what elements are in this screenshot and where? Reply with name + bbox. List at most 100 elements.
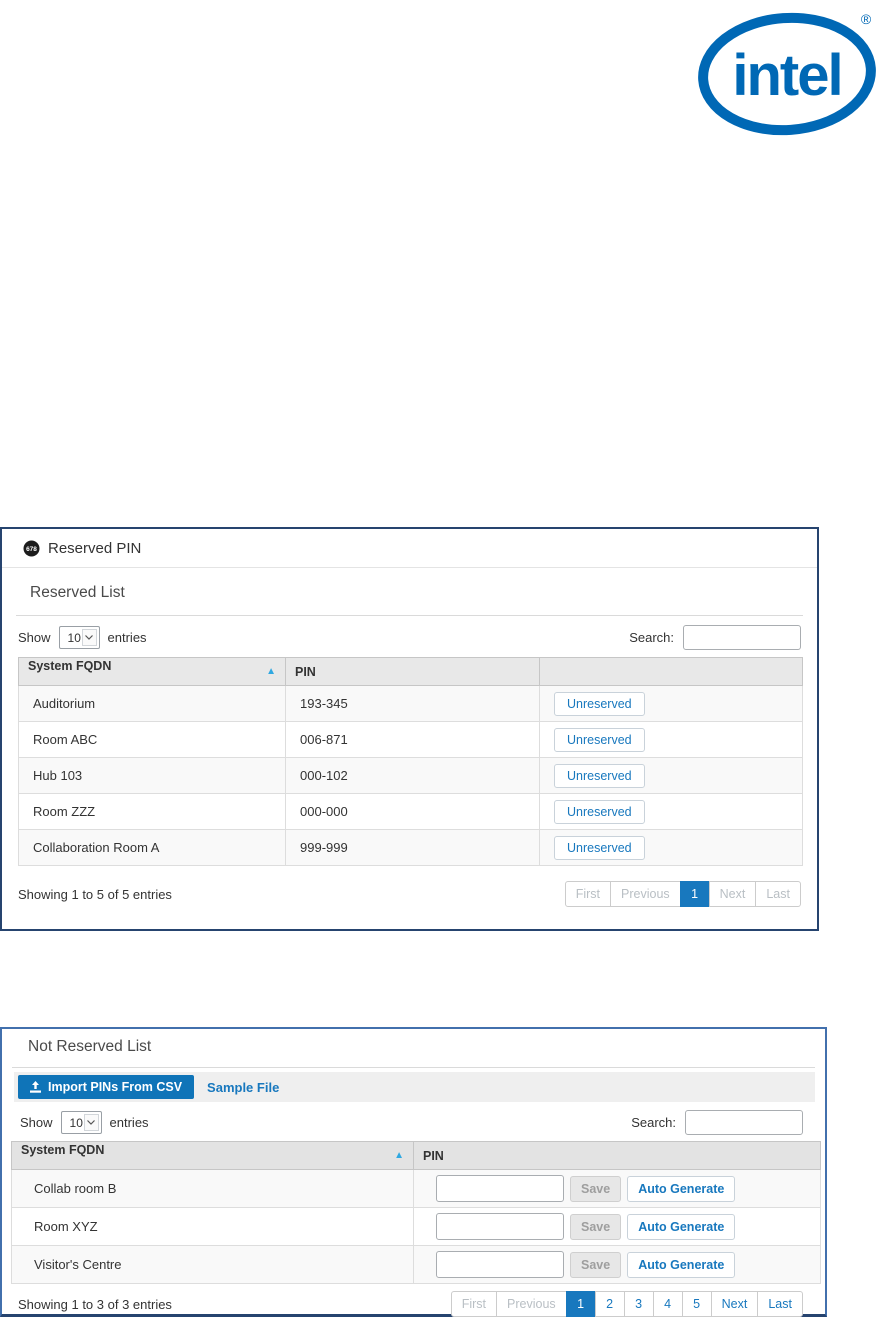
import-csv-button[interactable]: Import PINs From CSV bbox=[18, 1075, 194, 1099]
not-reserved-table: System FQDN ▲ PIN Collab room B Save Aut… bbox=[11, 1141, 821, 1284]
pagination-page-2[interactable]: 2 bbox=[595, 1291, 625, 1317]
search-input[interactable] bbox=[685, 1110, 803, 1135]
pagination-page-3[interactable]: 3 bbox=[624, 1291, 654, 1317]
save-button: Save bbox=[570, 1252, 621, 1278]
divider bbox=[12, 1067, 815, 1068]
table-footer: Showing 1 to 5 of 5 entries First Previo… bbox=[18, 881, 801, 907]
page-title: Reserved PIN bbox=[48, 540, 141, 557]
table-row: Room ABC 006-871 Unreserved bbox=[19, 722, 803, 758]
action-cell: Unreserved bbox=[540, 758, 803, 794]
pagination-last: Last bbox=[755, 881, 801, 907]
fqdn-cell: Room ABC bbox=[19, 722, 286, 758]
reserved-list-title: Reserved List bbox=[30, 584, 803, 602]
table-controls: Show 10 entries Search: bbox=[18, 625, 801, 650]
search-label: Search: bbox=[629, 630, 674, 645]
chevron-down-icon bbox=[84, 1114, 99, 1131]
table-header-row: System FQDN ▲ PIN bbox=[19, 658, 803, 686]
reserved-table: System FQDN ▲ PIN Auditorium 193-345 Unr… bbox=[18, 657, 803, 866]
show-label: Show bbox=[20, 1115, 53, 1130]
save-button: Save bbox=[570, 1214, 621, 1240]
intel-logo: intel ® bbox=[698, 2, 880, 138]
column-header-actions bbox=[540, 658, 803, 686]
fqdn-cell: Room ZZZ bbox=[19, 794, 286, 830]
registered-mark: ® bbox=[861, 11, 872, 27]
fqdn-cell: Auditorium bbox=[19, 686, 286, 722]
unreserve-button[interactable]: Unreserved bbox=[554, 692, 645, 716]
divider bbox=[16, 615, 803, 616]
pagination-page-4[interactable]: 4 bbox=[653, 1291, 683, 1317]
entries-label: entries bbox=[110, 1115, 149, 1130]
pin-input[interactable] bbox=[436, 1213, 564, 1240]
pagination-page-1[interactable]: 1 bbox=[680, 881, 710, 907]
pin-cell: 000-000 bbox=[286, 794, 540, 830]
page-size-select[interactable]: 10 bbox=[59, 626, 100, 649]
show-label: Show bbox=[18, 630, 51, 645]
table-row: Visitor's Centre Save Auto Generate bbox=[12, 1246, 821, 1284]
sample-file-link[interactable]: Sample File bbox=[207, 1080, 279, 1095]
pin-circle-icon: 678 bbox=[23, 540, 40, 557]
pagination-last[interactable]: Last bbox=[757, 1291, 803, 1317]
table-header-row: System FQDN ▲ PIN bbox=[12, 1142, 821, 1170]
search-label: Search: bbox=[631, 1115, 676, 1130]
pagination-next: Next bbox=[709, 881, 757, 907]
panel-heading: 678 Reserved PIN bbox=[2, 529, 817, 568]
table-footer: Showing 1 to 3 of 3 entries First Previo… bbox=[18, 1291, 803, 1317]
pin-cell: Save Auto Generate bbox=[414, 1246, 821, 1284]
pagination: First Previous 1 Next Last bbox=[565, 881, 801, 907]
action-cell: Unreserved bbox=[540, 722, 803, 758]
import-toolbar: Import PINs From CSV Sample File bbox=[14, 1072, 815, 1102]
pin-cell: 193-345 bbox=[286, 686, 540, 722]
table-controls: Show 10 entries Search: bbox=[20, 1110, 803, 1135]
action-cell: Unreserved bbox=[540, 794, 803, 830]
pagination-page-1[interactable]: 1 bbox=[566, 1291, 596, 1317]
column-header-fqdn[interactable]: System FQDN ▲ bbox=[12, 1142, 414, 1170]
pin-input[interactable] bbox=[436, 1175, 564, 1202]
table-row: Hub 103 000-102 Unreserved bbox=[19, 758, 803, 794]
sort-ascending-icon: ▲ bbox=[394, 1143, 404, 1169]
auto-generate-button[interactable]: Auto Generate bbox=[627, 1252, 735, 1278]
column-header-pin[interactable]: PIN bbox=[414, 1142, 821, 1170]
action-cell: Unreserved bbox=[540, 686, 803, 722]
pagination-page-5[interactable]: 5 bbox=[682, 1291, 712, 1317]
entries-label: entries bbox=[108, 630, 147, 645]
page-length-control: Show 10 entries bbox=[18, 626, 147, 649]
pin-input[interactable] bbox=[436, 1251, 564, 1278]
page-size-select[interactable]: 10 bbox=[61, 1111, 102, 1134]
auto-generate-button[interactable]: Auto Generate bbox=[627, 1214, 735, 1240]
pin-cell: 000-102 bbox=[286, 758, 540, 794]
not-reserved-panel: Not Reserved List Import PINs From CSV S… bbox=[0, 1027, 827, 1317]
pin-cell: Save Auto Generate bbox=[414, 1170, 821, 1208]
intel-logo-text: intel bbox=[732, 43, 841, 108]
pagination-first: First bbox=[565, 881, 611, 907]
pagination-first: First bbox=[451, 1291, 497, 1317]
column-header-fqdn[interactable]: System FQDN ▲ bbox=[19, 658, 286, 686]
unreserve-button[interactable]: Unreserved bbox=[554, 728, 645, 752]
unreserve-button[interactable]: Unreserved bbox=[554, 764, 645, 788]
fqdn-cell: Hub 103 bbox=[19, 758, 286, 794]
search-control: Search: bbox=[631, 1110, 803, 1135]
fqdn-cell: Room XYZ bbox=[12, 1208, 414, 1246]
pagination-previous: Previous bbox=[496, 1291, 567, 1317]
save-button: Save bbox=[570, 1176, 621, 1202]
fqdn-cell: Visitor's Centre bbox=[12, 1246, 414, 1284]
not-reserved-list-title: Not Reserved List bbox=[28, 1038, 815, 1056]
unreserve-button[interactable]: Unreserved bbox=[554, 836, 645, 860]
pin-cell: Save Auto Generate bbox=[414, 1208, 821, 1246]
page-size-value: 10 bbox=[70, 1116, 83, 1130]
table-row: Collaboration Room A 999-999 Unreserved bbox=[19, 830, 803, 866]
action-cell: Unreserved bbox=[540, 830, 803, 866]
search-input[interactable] bbox=[683, 625, 801, 650]
fqdn-cell: Collab room B bbox=[12, 1170, 414, 1208]
unreserve-button[interactable]: Unreserved bbox=[554, 800, 645, 824]
table-row: Auditorium 193-345 Unreserved bbox=[19, 686, 803, 722]
pin-cell: 006-871 bbox=[286, 722, 540, 758]
sort-ascending-icon: ▲ bbox=[266, 659, 276, 685]
page-size-value: 10 bbox=[68, 631, 81, 645]
upload-icon bbox=[30, 1081, 41, 1093]
auto-generate-button[interactable]: Auto Generate bbox=[627, 1176, 735, 1202]
pagination: First Previous 1 2 3 4 5 Next Last bbox=[451, 1291, 803, 1317]
pagination-next[interactable]: Next bbox=[711, 1291, 759, 1317]
table-row: Room ZZZ 000-000 Unreserved bbox=[19, 794, 803, 830]
column-header-pin[interactable]: PIN bbox=[286, 658, 540, 686]
chevron-down-icon bbox=[82, 629, 97, 646]
